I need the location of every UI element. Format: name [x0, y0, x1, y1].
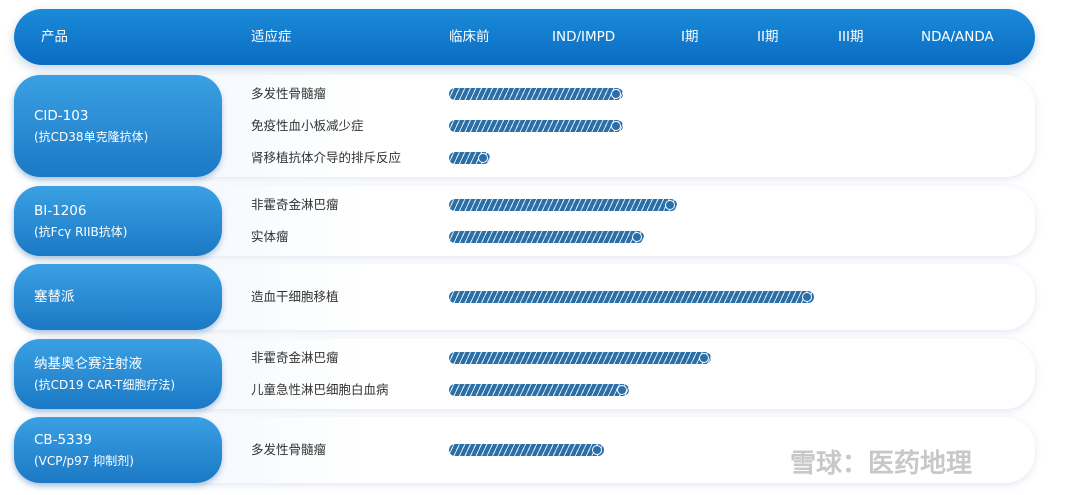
product-name: CB-5339	[34, 432, 92, 448]
header-phase2: II期	[757, 29, 779, 45]
indication-label: 儿童急性淋巴细胞白血病	[251, 382, 389, 397]
indication-label: 造血干细胞移植	[251, 289, 339, 304]
indication-label: 免疫性血小板减少症	[251, 118, 364, 133]
product-name: 纳基奥仑赛注射液	[34, 356, 142, 372]
header-ind-impd: IND/IMPD	[552, 29, 616, 45]
progress-end-marker	[801, 292, 812, 302]
indication-label: 肾移植抗体介导的排斥反应	[251, 150, 402, 165]
progress-bar	[449, 88, 623, 100]
indication-label: 多发性骨髓瘤	[251, 86, 327, 101]
progress-end-marker	[591, 445, 602, 455]
progress-bar	[449, 231, 644, 243]
header-nda-anda: NDA/ANDA	[921, 29, 994, 45]
product-name: CID-103	[34, 108, 89, 124]
product-name: 塞替派	[34, 289, 75, 305]
pipeline-header: 产品 适应症 临床前 IND/IMPD I期 II期 III期 NDA/ANDA	[14, 9, 1035, 65]
header-indication: 适应症	[251, 29, 292, 45]
indication-label: 非霍奇金淋巴瘤	[251, 350, 339, 365]
product-pill: 塞替派	[14, 264, 222, 330]
progress-bar	[449, 291, 814, 303]
header-phase1: I期	[681, 29, 699, 45]
header-preclinical: 临床前	[449, 29, 490, 45]
progress-bar	[449, 352, 712, 364]
progress-bar	[449, 152, 491, 164]
progress-bar	[449, 120, 623, 132]
progress-end-marker	[699, 353, 710, 363]
header-phase3: III期	[838, 29, 864, 45]
progress-end-marker	[478, 153, 489, 163]
product-pill: CB-5339 (VCP/p97 抑制剂)	[14, 417, 222, 483]
indication-label: 实体瘤	[251, 229, 289, 244]
product-subtitle: (VCP/p97 抑制剂)	[34, 454, 134, 468]
product-pill: CID-103 (抗CD38单克隆抗体)	[14, 75, 222, 177]
indication-label: 多发性骨髓瘤	[251, 442, 327, 457]
progress-end-marker	[617, 385, 628, 395]
progress-end-marker	[610, 89, 621, 99]
progress-end-marker	[665, 200, 676, 210]
pipeline-row: CID-103 (抗CD38单克隆抗体) 多发性骨髓瘤免疫性血小板减少症肾移植抗体介…	[14, 75, 1035, 177]
watermark: 雪球：医药地理	[790, 449, 973, 479]
progress-bar	[449, 444, 604, 456]
progress-end-marker	[610, 121, 621, 131]
product-subtitle: (抗Fcγ RIIB抗体)	[34, 225, 128, 239]
indication-label: 非霍奇金淋巴瘤	[251, 197, 339, 212]
product-name: BI-1206	[34, 203, 87, 219]
progress-end-marker	[631, 232, 642, 242]
pipeline-row: 纳基奥仑赛注射液 (抗CD19 CAR-T细胞疗法) 非霍奇金淋巴瘤儿童急性淋巴细胞…	[14, 339, 1035, 409]
pipeline-row: BI-1206 (抗Fcγ RIIB抗体) 非霍奇金淋巴瘤 实体瘤	[14, 186, 1035, 256]
progress-bar	[449, 384, 630, 396]
header-product: 产品	[41, 29, 68, 45]
product-pill: 纳基奥仑赛注射液 (抗CD19 CAR-T细胞疗法)	[14, 339, 222, 409]
product-subtitle: (抗CD19 CAR-T细胞疗法)	[34, 378, 176, 392]
pipeline-row: 塞替派 造血干细胞移植	[14, 264, 1035, 330]
product-subtitle: (抗CD38单克隆抗体)	[34, 130, 149, 144]
product-pill: BI-1206 (抗Fcγ RIIB抗体)	[14, 186, 222, 256]
progress-bar	[449, 199, 678, 211]
